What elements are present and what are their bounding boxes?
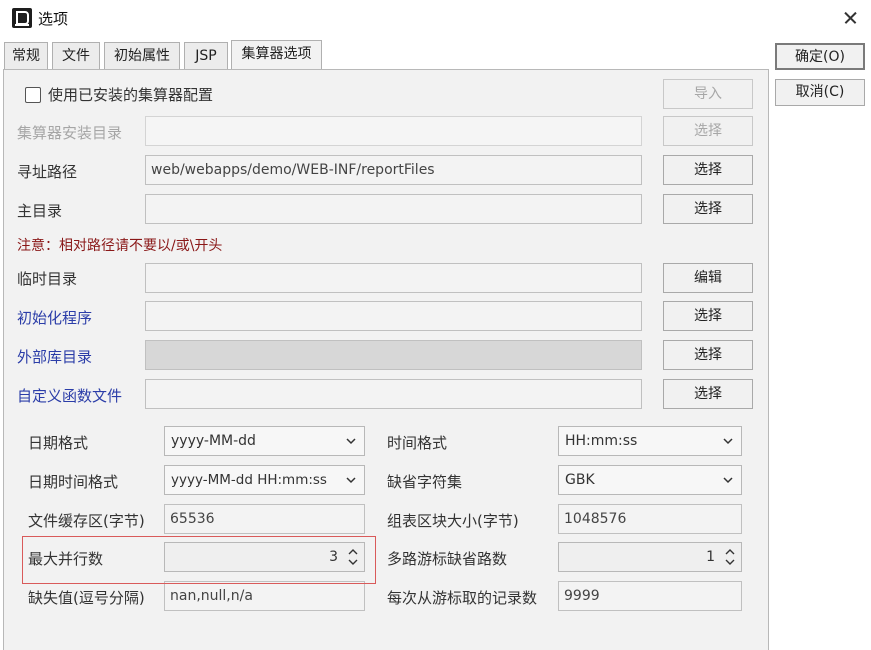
time-format-label: 时间格式	[387, 434, 448, 452]
import-button[interactable]: 导入	[663, 79, 753, 109]
chevron-down-icon	[346, 477, 356, 484]
search-path-select-button[interactable]: 选择	[663, 155, 753, 185]
ext-lib-dir-select-button[interactable]: 选择	[663, 340, 753, 370]
custom-func-file-select-button[interactable]: 选择	[663, 379, 753, 409]
install-dir-select-button[interactable]: 选择	[663, 116, 753, 146]
cursor-paths-value: 1	[706, 549, 715, 565]
null-values-label: 缺失值(逗号分隔)	[28, 589, 145, 607]
search-path-label: 寻址路径	[17, 163, 78, 181]
tab-general[interactable]: 常规	[4, 42, 48, 70]
ext-lib-dir-link[interactable]: 外部库目录	[17, 346, 92, 367]
temp-dir-field[interactable]	[145, 263, 642, 293]
default-charset-select[interactable]: GBK	[558, 465, 742, 495]
init-program-link[interactable]: 初始化程序	[17, 307, 92, 328]
window-title: 选项	[38, 10, 69, 28]
cursor-paths-label: 多路游标缺省路数	[387, 550, 508, 568]
temp-dir-label: 临时目录	[17, 270, 78, 288]
time-format-value: HH:mm:ss	[565, 433, 638, 449]
use-installed-checkbox[interactable]	[25, 87, 41, 103]
file-buffer-field[interactable]: 65536	[164, 504, 365, 534]
custom-func-file-field[interactable]	[145, 379, 642, 409]
cursor-paths-spinner[interactable]: 1	[558, 542, 742, 572]
block-size-label: 组表区块大小(字节)	[387, 512, 519, 530]
close-icon[interactable]	[838, 7, 862, 29]
init-program-select-button[interactable]: 选择	[663, 301, 753, 331]
tab-calculator-options[interactable]: 集算器选项	[231, 40, 322, 70]
fetch-count-label: 每次从游标取的记录数	[387, 589, 538, 607]
ok-button[interactable]: 确定(O)	[775, 43, 865, 70]
temp-dir-edit-button[interactable]: 编辑	[663, 263, 753, 293]
file-buffer-label: 文件缓存区(字节)	[28, 512, 145, 530]
ext-lib-dir-field	[145, 340, 642, 370]
main-dir-label: 主目录	[17, 202, 63, 220]
custom-func-file-link[interactable]: 自定义函数文件	[17, 385, 122, 406]
date-format-label: 日期格式	[28, 434, 89, 452]
datetime-format-label: 日期时间格式	[28, 473, 119, 491]
date-format-select[interactable]: yyyy-MM-dd	[164, 426, 365, 456]
fetch-count-field[interactable]: 9999	[558, 581, 742, 611]
install-dir-field[interactable]	[145, 116, 642, 146]
cancel-button[interactable]: 取消(C)	[775, 79, 865, 106]
tab-file[interactable]: 文件	[52, 42, 100, 70]
main-dir-select-button[interactable]: 选择	[663, 194, 753, 224]
title-bar: 选项	[0, 0, 871, 36]
default-charset-value: GBK	[565, 472, 595, 488]
use-installed-label: 使用已安装的集算器配置	[48, 86, 214, 104]
datetime-format-value: yyyy-MM-dd HH:mm:ss	[171, 472, 327, 488]
init-program-field[interactable]	[145, 301, 642, 331]
install-dir-label: 集算器安装目录	[17, 124, 123, 142]
highlight-box	[22, 536, 376, 584]
date-format-value: yyyy-MM-dd	[171, 433, 256, 449]
default-charset-label: 缺省字符集	[387, 473, 463, 491]
time-format-select[interactable]: HH:mm:ss	[558, 426, 742, 456]
datetime-format-select[interactable]: yyyy-MM-dd HH:mm:ss	[164, 465, 365, 495]
tab-jsp[interactable]: JSP	[184, 42, 228, 70]
relative-path-notice: 注意：相对路径请不要以/或\开头	[17, 238, 223, 254]
block-size-field[interactable]: 1048576	[558, 504, 742, 534]
null-values-field[interactable]: nan,null,n/a	[164, 581, 365, 611]
spinner-arrows-icon[interactable]	[723, 547, 737, 567]
main-dir-field[interactable]	[145, 194, 642, 224]
chevron-down-icon	[723, 438, 733, 445]
app-logo-icon	[12, 8, 32, 28]
search-path-field[interactable]: web/webapps/demo/WEB-INF/reportFiles	[145, 155, 642, 185]
tab-initial-properties[interactable]: 初始属性	[104, 42, 180, 70]
chevron-down-icon	[723, 477, 733, 484]
chevron-down-icon	[346, 438, 356, 445]
